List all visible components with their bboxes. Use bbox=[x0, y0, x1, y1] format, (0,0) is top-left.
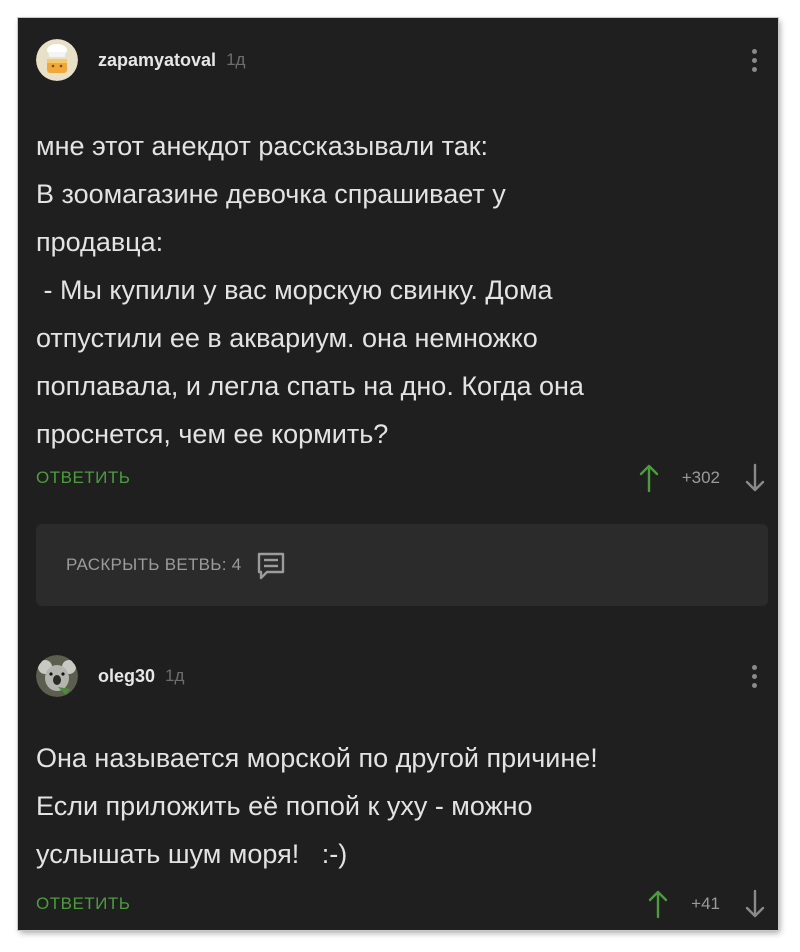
expand-branch-button[interactable]: РАСКРЫТЬ ВЕТВЬ: 4 bbox=[36, 524, 768, 606]
username[interactable]: oleg30 bbox=[98, 666, 155, 687]
downvote-arrow-icon[interactable] bbox=[744, 463, 766, 493]
vote-controls: +302 bbox=[638, 463, 766, 493]
comment-header: oleg30 1д bbox=[36, 654, 764, 698]
upvote-arrow-icon[interactable] bbox=[638, 463, 660, 493]
rating-count: +41 bbox=[691, 894, 720, 913]
comment-text: мне этот анекдот рассказывали так: В зоо… bbox=[36, 131, 584, 449]
comment-text: Она называется морской по другой причине… bbox=[36, 743, 598, 869]
comments-panel: zapamyatoval 1д мне этот анекдот рассказ… bbox=[18, 18, 778, 930]
expand-branch-label: РАСКРЫТЬ ВЕТВЬ: 4 bbox=[66, 555, 242, 574]
downvote-arrow-icon[interactable] bbox=[744, 889, 766, 919]
timestamp: 1д bbox=[165, 666, 185, 685]
comment-actions: ОТВЕТИТЬ +41 bbox=[36, 884, 766, 924]
reply-button[interactable]: ОТВЕТИТЬ bbox=[36, 468, 130, 488]
koala-avatar[interactable] bbox=[36, 655, 78, 697]
comment-header: zapamyatoval 1д bbox=[36, 38, 764, 82]
comment-actions: ОТВЕТИТЬ +302 bbox=[36, 458, 766, 498]
username[interactable]: zapamyatoval bbox=[98, 50, 216, 71]
upvote-arrow-icon[interactable] bbox=[647, 889, 669, 919]
more-options-icon[interactable] bbox=[744, 42, 764, 78]
more-options-icon[interactable] bbox=[744, 658, 764, 694]
rating-count: +302 bbox=[681, 468, 720, 487]
chef-cake-avatar[interactable] bbox=[36, 39, 78, 81]
comments-icon bbox=[257, 552, 284, 580]
vote-controls: +41 bbox=[647, 889, 766, 919]
timestamp: 1д bbox=[226, 50, 246, 69]
reply-button[interactable]: ОТВЕТИТЬ bbox=[36, 894, 130, 914]
